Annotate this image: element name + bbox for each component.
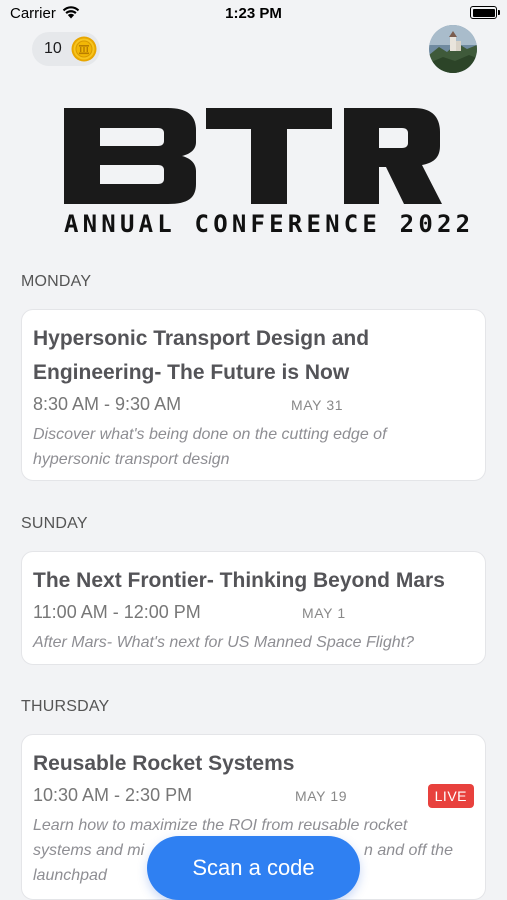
- coin-icon: [71, 36, 97, 62]
- avatar[interactable]: [429, 25, 477, 73]
- session-title: Hypersonic Transport Design and Engineer…: [33, 322, 474, 390]
- session-description-line: Discover what's being done on the cuttin…: [33, 426, 387, 443]
- session-card[interactable]: Hypersonic Transport Design and Engineer…: [21, 309, 486, 481]
- status-bar: Carrier 1:23 PM: [0, 0, 507, 30]
- logo-subtitle: ANNUAL CONFERENCE 2022: [64, 210, 475, 238]
- session-time: 11:00 AM - 12:00 PM: [33, 602, 201, 622]
- session-description: After Mars- What's next for US Manned Sp…: [33, 630, 474, 655]
- battery-icon: [470, 6, 500, 19]
- avatar-image: [429, 25, 477, 73]
- status-time: 1:23 PM: [225, 5, 282, 22]
- session-description: Discover what's being done on the cuttin…: [33, 422, 474, 472]
- session-title-line: Reusable Rocket Systems: [33, 752, 295, 775]
- session-title-line: Engineering- The Future is Now: [33, 361, 350, 384]
- coin-count: 10: [44, 40, 62, 57]
- btr-logo-mark: [64, 108, 442, 204]
- day-header-thursday: THURSDAY: [21, 698, 110, 715]
- session-time: 8:30 AM - 9:30 AM: [33, 394, 182, 414]
- session-description-line: Learn how to maximize the ROI from reusa…: [33, 817, 408, 834]
- session-title: Reusable Rocket Systems: [33, 747, 474, 781]
- live-badge: LIVE: [427, 784, 474, 808]
- session-date: MAY 19: [295, 788, 348, 804]
- session-date: MAY 31: [291, 397, 344, 413]
- session-title-line: The Next Frontier- Thinking Beyond Mars: [33, 569, 445, 592]
- session-date: MAY 1: [302, 605, 346, 621]
- session-card[interactable]: The Next Frontier- Thinking Beyond Mars …: [21, 551, 486, 665]
- session-time: 10:30 AM - 2:30 PM: [33, 785, 193, 805]
- session-description-fragment: n and off the: [364, 842, 453, 859]
- conference-logo: ANNUAL CONFERENCE 2022: [64, 108, 475, 242]
- day-header-monday: MONDAY: [21, 273, 92, 290]
- session-title: The Next Frontier- Thinking Beyond Mars: [33, 564, 474, 598]
- session-meta: 10:30 AM - 2:30 PM MAY 19 LIVE: [33, 783, 474, 811]
- scan-code-button[interactable]: Scan a code: [147, 836, 360, 900]
- session-description-line: After Mars- What's next for US Manned Sp…: [33, 634, 414, 651]
- session-description-line: hypersonic transport design: [33, 451, 230, 468]
- day-header-sunday: SUNDAY: [21, 515, 88, 532]
- coin-balance[interactable]: 10: [32, 32, 100, 66]
- session-title-line: Hypersonic Transport Design and: [33, 327, 370, 350]
- session-meta: 11:00 AM - 12:00 PM MAY 1: [33, 600, 474, 628]
- session-description-fragment: systems and mi: [33, 842, 145, 859]
- session-meta: 8:30 AM - 9:30 AM MAY 31: [33, 392, 474, 420]
